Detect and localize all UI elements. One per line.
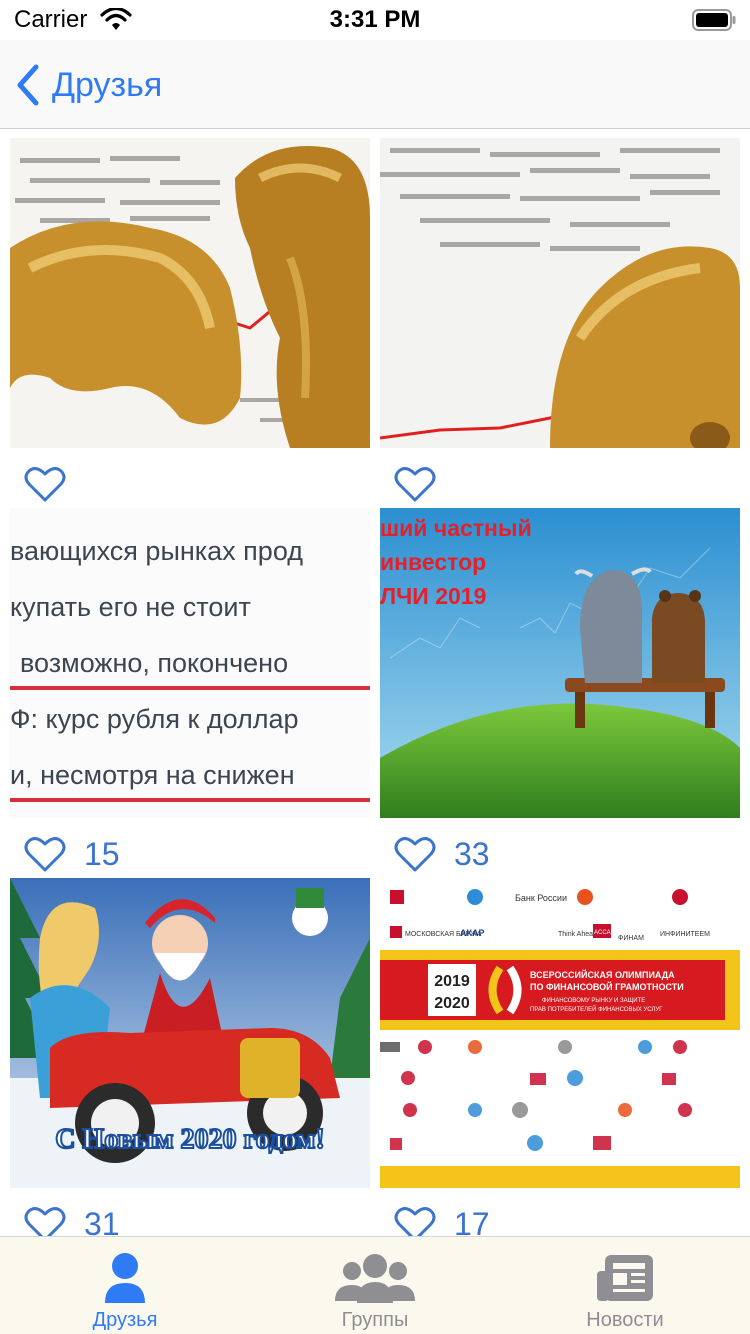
olympiad-banner-photo: Банк России МОСКОВСКАЯ БИРЖА АКАР Think … [380,878,740,1188]
status-bar: Carrier 3:31 PM [0,0,750,40]
caption-line: ПО ФИНАНСОВОЙ ГРАМОТНОСТИ [530,981,684,992]
caption-line: ший частный [380,515,532,541]
tab-bar: Друзья Группы Новости [0,1236,750,1334]
caption-line: ACCA [594,930,611,936]
like-button[interactable] [24,464,84,504]
heart-outline-icon [394,837,436,872]
caption-line: ЛЧИ 2019 [380,583,486,609]
like-count: 33 [454,835,490,872]
heart-outline-icon [394,1207,436,1236]
caption-line: ФИНАНСОВОМУ РЫНКУ И ЗАЩИТЕ [542,998,645,1004]
caption-line: ВСЕРОССИЙСКАЯ ОЛИМПИАДА [530,969,675,980]
caption-line: купать его не стоит [10,592,251,622]
caption-line: ИНФИНИТЕЕМ [660,931,710,938]
caption-line: инвестор [380,549,486,575]
photo-image[interactable] [380,138,740,448]
heart-outline-icon [394,467,436,502]
caption-line: АКАР [460,928,485,938]
photo-image[interactable]: Банк России МОСКОВСКАЯ БИРЖА АКАР Think … [380,878,740,1188]
tab-friends[interactable]: Друзья [0,1237,250,1334]
newspaper-icon [597,1255,653,1301]
photo-image[interactable]: С Новым 2020 годом! [10,878,370,1188]
caption-line: ФИНАМ [618,935,644,942]
investor-photo: ший частный инвестор ЛЧИ 2019 [380,508,740,818]
photo-image[interactable] [10,138,370,448]
like-count: 17 [454,1205,490,1237]
photo-image[interactable]: вающихся рынках прод купать его не стоит… [10,508,370,818]
like-count: 15 [84,835,120,872]
heart-outline-icon [24,1207,66,1236]
like-button[interactable]: 31 [24,1204,120,1236]
battery-icon [692,9,736,31]
bull-bear-photo [10,138,370,448]
heart-outline-icon [24,467,66,502]
heart-outline-icon [24,837,66,872]
tab-label: Друзья [92,1309,158,1331]
back-label: Друзья [52,65,163,104]
caption-line: 2019 [434,973,470,990]
caption-line: возможно, покончено [20,648,288,678]
caption-line: 2020 [434,995,470,1012]
tab-groups[interactable]: Группы [250,1237,500,1334]
photo-grid: вающихся рынках прод купать его не стоит… [0,130,750,1236]
bull-bear-photo [380,138,740,448]
caption-line: и, несмотря на снижен [10,760,295,790]
person-icon [105,1253,145,1303]
like-button[interactable]: 33 [394,834,490,874]
new-year-card-photo: С Новым 2020 годом! [10,878,370,1188]
caption-line: Think Ahead [558,931,597,938]
chevron-left-icon [17,64,39,106]
like-button[interactable]: 15 [24,834,120,874]
navigation-bar: Друзья [0,40,750,129]
tab-news[interactable]: Новости [500,1237,750,1334]
news-text-photo: вающихся рынках прод купать его не стоит… [10,508,370,818]
photo-image[interactable]: ший частный инвестор ЛЧИ 2019 [380,508,740,818]
like-button[interactable] [394,464,454,504]
group-icon [335,1254,415,1303]
like-button[interactable]: 17 [394,1204,490,1236]
like-count: 31 [84,1205,120,1237]
tab-label: Новости [586,1309,664,1331]
caption-line: Ф: курс рубля к доллар [10,704,299,734]
caption-line: Банк России [515,893,567,903]
tab-label: Группы [341,1309,409,1331]
caption-line: вающихся рынках прод [10,536,303,566]
caption-line: ПРАВ ПОТРЕБИТЕЛЕЙ ФИНАНСОВЫХ УСЛУГ [530,1005,663,1013]
back-button[interactable]: Друзья [14,62,162,108]
clock: 3:31 PM [329,6,421,33]
caption-line: С Новым 2020 годом! [55,1124,325,1155]
